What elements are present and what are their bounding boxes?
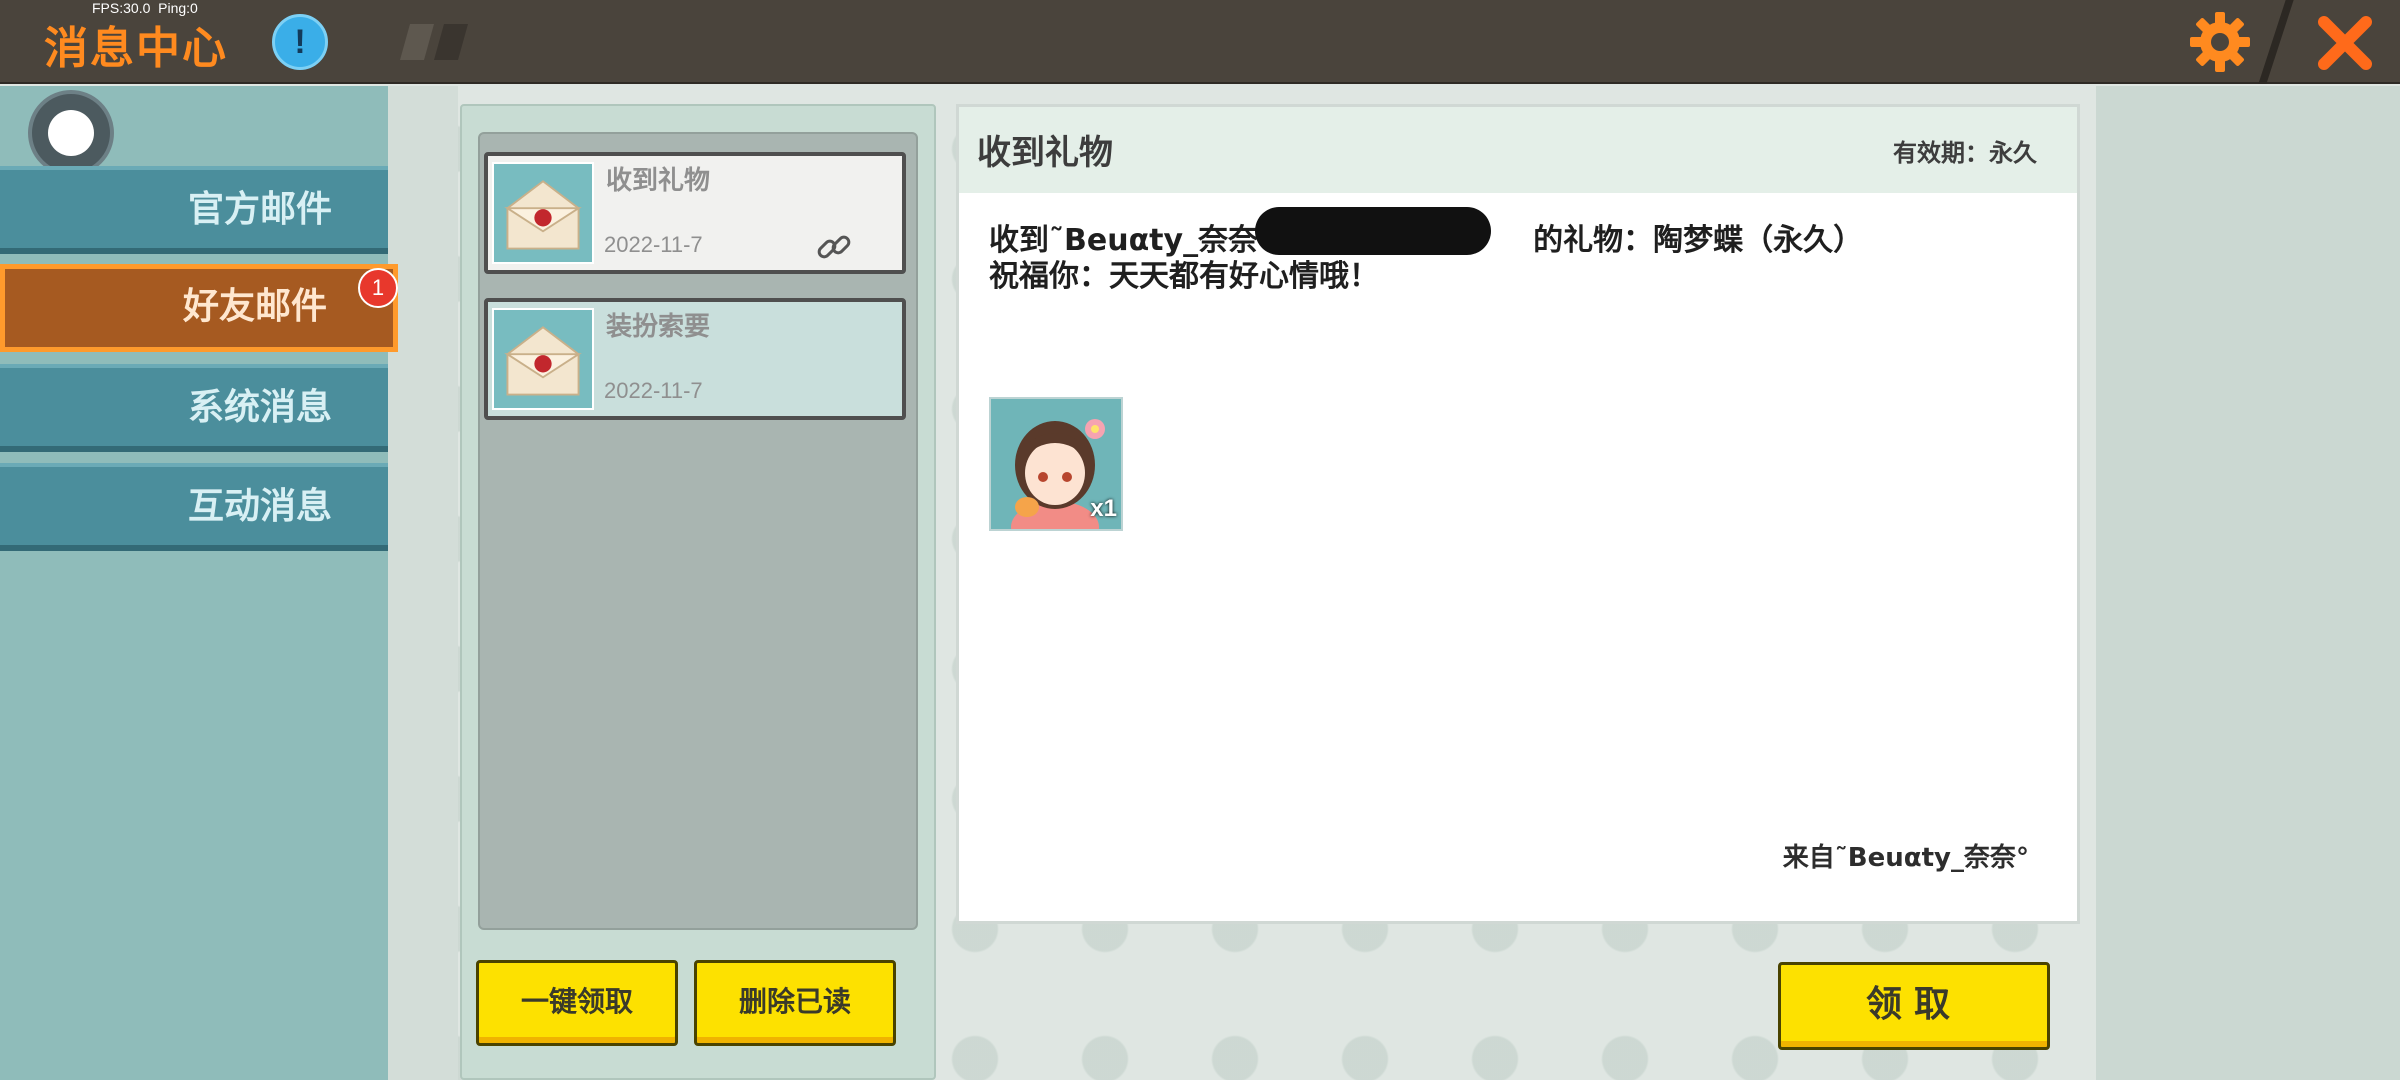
envelope-icon: [492, 308, 594, 410]
mail-detail-panel: 收到礼物 有效期：永久 收到˜Beuαty_奈奈°（ 的礼物：陶梦蝶（永久） 祝福…: [956, 104, 2080, 924]
mail-subject: 装扮索要: [606, 312, 711, 342]
message-line-1-suffix: 的礼物：陶梦蝶（永久）: [1533, 223, 1864, 258]
envelope-icon: [492, 162, 594, 264]
sidebar-item-official-mail[interactable]: 官方邮件: [0, 166, 388, 254]
validity-text: 有效期：永久: [1893, 139, 2037, 167]
unread-badge: 1: [358, 268, 398, 308]
claim-button[interactable]: 领取: [1778, 962, 2050, 1050]
sidebar-edge: [388, 86, 458, 1080]
collect-all-button[interactable]: 一键领取: [476, 960, 678, 1046]
attachment-icon: [817, 235, 851, 259]
toggle-button[interactable]: [28, 90, 114, 176]
detail-title: 收到礼物: [977, 133, 1113, 173]
sender-text: 来自˜Beuαty_奈奈°: [1782, 843, 2029, 873]
message-line-2: 祝福你：天天都有好心情哦！: [989, 259, 1379, 294]
sidebar-item-friend-mail[interactable]: 好友邮件: [0, 264, 398, 352]
right-background-strip: [2096, 86, 2400, 1080]
list-item[interactable]: 装扮索要 2022-11-7: [484, 298, 906, 420]
mail-subject: 收到礼物: [606, 166, 711, 196]
page-title: 消息中心: [44, 23, 228, 74]
detail-header: 收到礼物 有效期：永久: [959, 107, 2077, 193]
mail-date: 2022-11-7: [604, 378, 703, 403]
sidebar-item-system-messages[interactable]: 系统消息: [0, 364, 388, 452]
list-item[interactable]: 收到礼物 2022-11-7: [484, 152, 906, 274]
close-icon[interactable]: [2316, 14, 2374, 72]
fps-overlay: FPS:30.0 Ping:0: [92, 0, 198, 16]
info-icon[interactable]: !: [272, 14, 328, 70]
redaction-mark: [1255, 207, 1491, 255]
delete-read-button[interactable]: 删除已读: [694, 960, 896, 1046]
mail-date: 2022-11-7: [604, 232, 703, 257]
sidebar-item-interaction-messages[interactable]: 互动消息: [0, 463, 388, 551]
decorative-stripes: [400, 24, 468, 60]
gift-item[interactable]: x1: [989, 397, 1123, 531]
gear-icon[interactable]: [2188, 10, 2252, 74]
gift-quantity: x1: [1090, 495, 1117, 522]
top-bar: 消息中心 !: [0, 0, 2400, 84]
header-divider: [2258, 0, 2294, 84]
